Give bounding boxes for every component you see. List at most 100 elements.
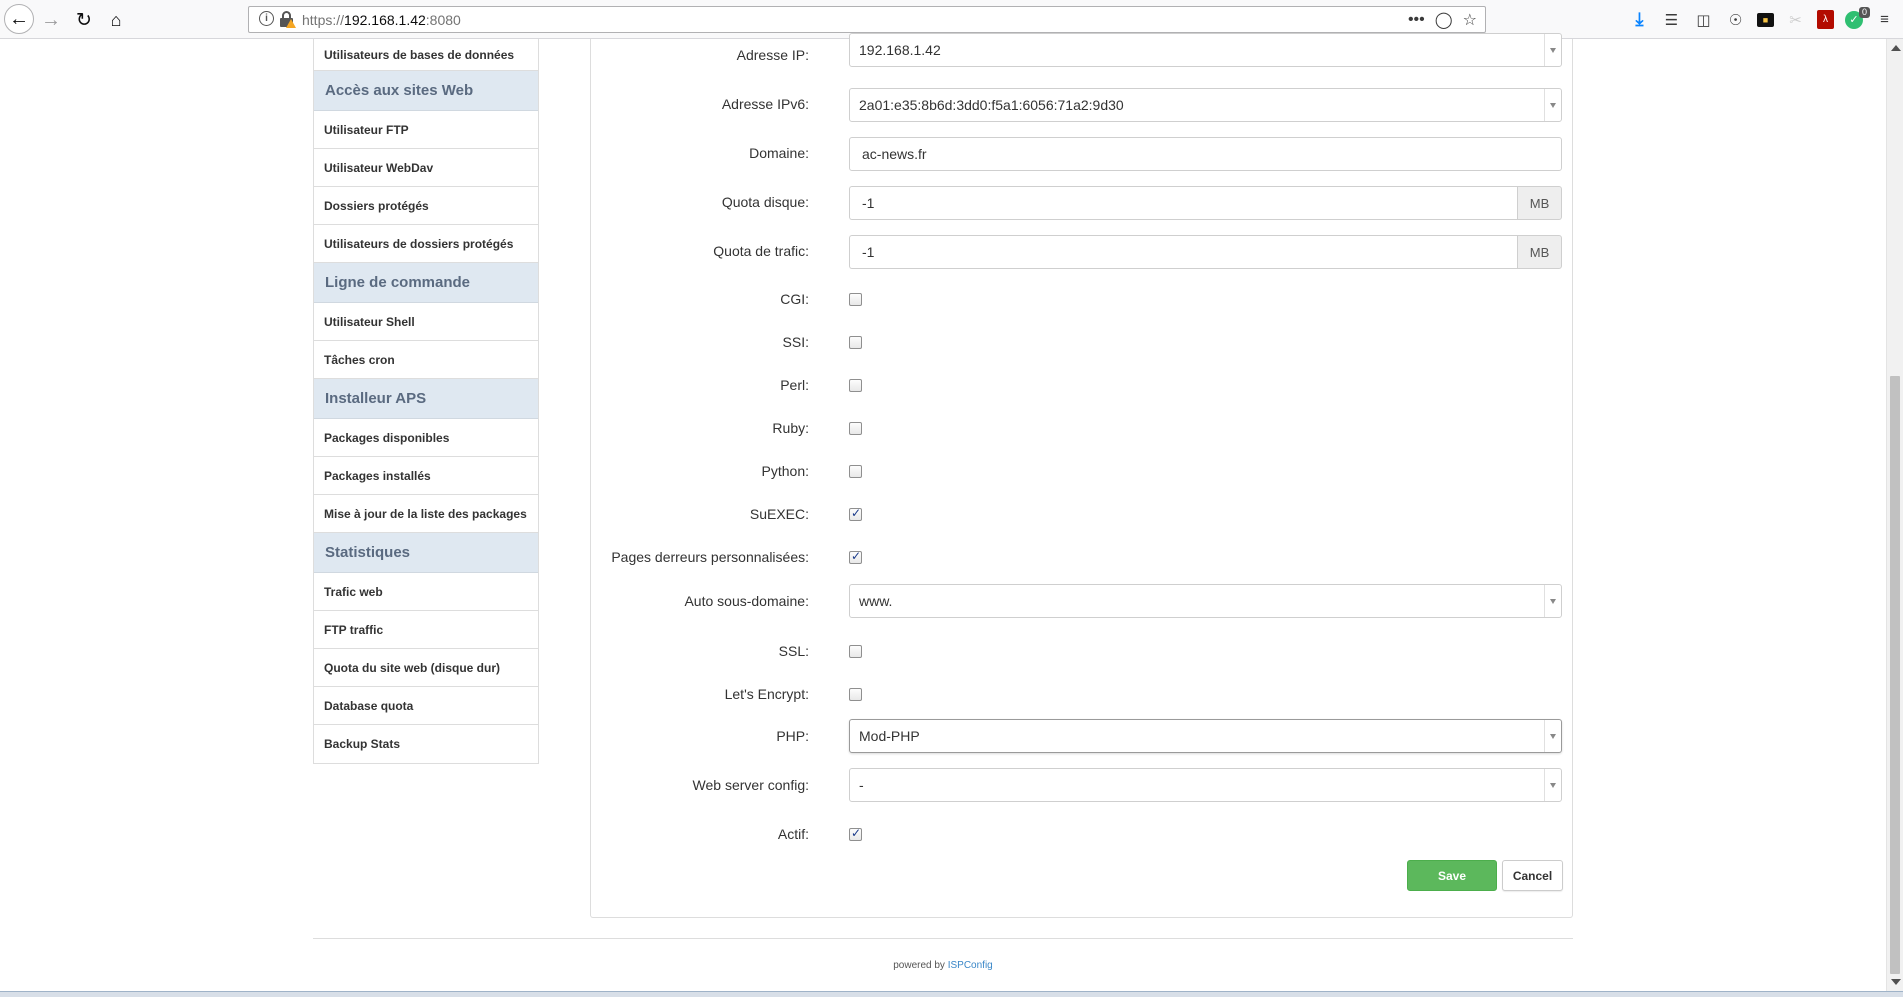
suexec-checkbox[interactable]	[849, 506, 862, 521]
ipv6-value: 2a01:e35:8b6d:3dd0:f5a1:6056:71a2:9d30	[859, 97, 1124, 113]
sidebar-item[interactable]: Utilisateur WebDav	[314, 149, 538, 187]
page-actions-more-icon[interactable]: •••	[1408, 11, 1425, 29]
ruby-checkbox[interactable]	[849, 422, 862, 435]
sidebar-item[interactable]: Packages installés	[314, 457, 538, 495]
url-prefix: https://	[302, 12, 345, 28]
php-select[interactable]: Mod-PHP	[849, 719, 1562, 753]
forward-arrow-icon[interactable]: →	[37, 6, 65, 34]
sidebar-item[interactable]: Mise à jour de la liste des packages	[314, 495, 538, 533]
sidebar-nav: Utilisateurs de bases de données Accès au…	[313, 39, 539, 764]
scrollbar-thumb[interactable]	[1890, 376, 1900, 974]
quota-traffic-label: Quota de trafic:	[713, 243, 809, 259]
ip-value: 192.168.1.42	[859, 42, 941, 58]
sidebar-item[interactable]: FTP traffic	[314, 611, 538, 649]
download-icon[interactable]: ⤓	[1629, 9, 1650, 30]
window-bottom-edge	[0, 991, 1903, 997]
domain-input[interactable]: ac-news.fr	[849, 137, 1562, 171]
save-button[interactable]: Save	[1407, 860, 1497, 891]
extension-icon[interactable]: ■	[1757, 12, 1774, 27]
url-bar[interactable]: i https://192.168.1.42:8080 ••• ◯ ☆	[248, 6, 1486, 33]
sidebar-item[interactable]: Utilisateurs de dossiers protégés	[314, 225, 538, 263]
sidebar-section-heading: Statistiques	[314, 533, 538, 573]
account-icon[interactable]: ☉	[1725, 9, 1746, 30]
ipv6-label: Adresse IPv6:	[721, 96, 809, 112]
perl-label: Perl:	[780, 377, 809, 393]
ipv6-select[interactable]: 2a01:e35:8b6d:3dd0:f5a1:6056:71a2:9d30	[849, 88, 1562, 122]
hamburger-menu-icon[interactable]: ≡	[1874, 9, 1895, 30]
chevron-down-icon	[1544, 34, 1561, 66]
home-icon[interactable]: ⌂	[102, 6, 130, 34]
sidebar-toggle-icon[interactable]: ◫	[1693, 9, 1714, 30]
web-server-config-value: -	[859, 777, 864, 793]
chevron-down-icon	[1544, 720, 1561, 752]
reload-icon[interactable]: ↻	[70, 6, 98, 34]
ruby-label: Ruby:	[772, 420, 809, 436]
php-value: Mod-PHP	[859, 728, 920, 744]
ip-label: Adresse IP:	[736, 47, 809, 63]
sidebar-item[interactable]: Utilisateur FTP	[314, 111, 538, 149]
url-host: 192.168.1.42	[344, 12, 426, 28]
url-text[interactable]: https://192.168.1.42:8080	[302, 12, 461, 28]
website-form-panel: Adresse IP: 192.168.1.42 Adresse IPv6: 2…	[590, 33, 1573, 918]
sidebar-item[interactable]: Dossiers protégés	[314, 187, 538, 225]
perl-checkbox[interactable]	[849, 379, 862, 392]
ispconfig-link[interactable]: ISPConfig	[948, 960, 993, 971]
auto-subdomain-select[interactable]: www.	[849, 584, 1562, 618]
scroll-down-arrow-icon[interactable]	[1891, 979, 1901, 985]
sidebar-item[interactable]: Trafic web	[314, 573, 538, 611]
active-checkbox[interactable]	[849, 826, 862, 841]
pdf-icon[interactable]: λ	[1817, 10, 1834, 29]
footer-text: powered by	[893, 960, 945, 971]
info-icon[interactable]: i	[259, 11, 274, 26]
sidebar-section-heading: Accès aux sites Web	[314, 71, 538, 111]
auto-subdomain-label: Auto sous-domaine:	[684, 593, 809, 609]
cancel-button[interactable]: Cancel	[1502, 860, 1563, 891]
ssl-checkbox[interactable]	[849, 645, 862, 658]
quota-traffic-group: -1 MB	[849, 235, 1562, 269]
cgi-checkbox[interactable]	[849, 293, 862, 306]
sidebar-item[interactable]: Utilisateur Shell	[314, 303, 538, 341]
quota-traffic-input[interactable]: -1	[849, 235, 1517, 269]
sidebar-item[interactable]: Utilisateurs de bases de données	[314, 39, 538, 71]
url-port: :8080	[425, 12, 461, 28]
web-server-config-select[interactable]: -	[849, 768, 1562, 802]
insecure-lock-icon[interactable]	[279, 11, 296, 28]
shield-icon[interactable]: ✓ 0	[1845, 6, 1870, 29]
quota-disk-input[interactable]: -1	[849, 186, 1517, 220]
web-server-config-label: Web server config:	[692, 777, 809, 793]
php-label: PHP:	[776, 728, 809, 744]
back-arrow-icon[interactable]: ←	[4, 4, 34, 34]
footer: powered by ISPConfig	[313, 960, 1573, 971]
ssi-label: SSI:	[782, 334, 809, 350]
chevron-down-icon	[1544, 89, 1561, 121]
scroll-up-arrow-icon[interactable]	[1891, 45, 1901, 51]
sidebar-section-heading: Ligne de commande	[314, 263, 538, 303]
page-scrollbar[interactable]	[1886, 39, 1903, 991]
sidebar-item[interactable]: Tâches cron	[314, 341, 538, 379]
error-pages-label: Pages derreurs personnalisées:	[611, 549, 809, 565]
quota-disk-label: Quota disque:	[721, 194, 809, 210]
disabled-extension-icon[interactable]: ✂	[1785, 9, 1806, 30]
error-pages-checkbox[interactable]	[849, 549, 862, 564]
ssi-checkbox[interactable]	[849, 336, 862, 349]
pocket-icon[interactable]: ◯	[1435, 10, 1453, 30]
chevron-down-icon	[1544, 585, 1561, 617]
library-icon[interactable]: ☰	[1661, 9, 1682, 30]
letsencrypt-label: Let's Encrypt:	[724, 686, 809, 702]
footer-divider	[313, 938, 1573, 939]
bookmark-star-icon[interactable]: ☆	[1463, 10, 1477, 30]
extension-badge: 0	[1858, 6, 1870, 18]
sidebar-item[interactable]: Database quota	[314, 687, 538, 725]
quota-traffic-unit: MB	[1517, 235, 1562, 269]
python-checkbox[interactable]	[849, 465, 862, 478]
sidebar-item[interactable]: Packages disponibles	[314, 419, 538, 457]
python-label: Python:	[761, 463, 809, 479]
sidebar-item[interactable]: Backup Stats	[314, 725, 538, 763]
letsencrypt-checkbox[interactable]	[849, 688, 862, 701]
ip-select[interactable]: 192.168.1.42	[849, 33, 1562, 67]
cgi-label: CGI:	[780, 291, 809, 307]
auto-subdomain-value: www.	[859, 593, 893, 609]
quota-disk-unit: MB	[1517, 186, 1562, 220]
sidebar-item[interactable]: Quota du site web (disque dur)	[314, 649, 538, 687]
sidebar-section-heading: Installeur APS	[314, 379, 538, 419]
